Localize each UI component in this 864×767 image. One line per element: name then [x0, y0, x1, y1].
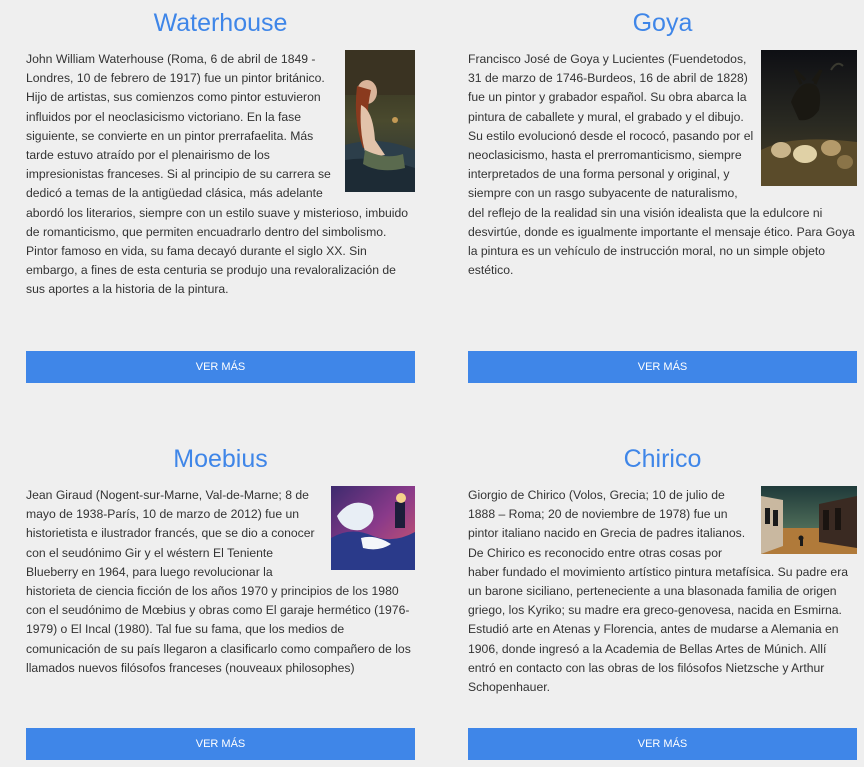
chirico-painting-image	[761, 486, 857, 554]
goya-painting-image	[761, 50, 857, 186]
artist-name: Chirico	[623, 445, 702, 473]
artist-content: John William Waterhouse (Roma, 6 de abri…	[26, 50, 415, 300]
artist-name: Moebius	[173, 445, 268, 473]
moebius-illustration-image	[331, 486, 415, 570]
artist-card-moebius: Moebius Jean Giraud (Nogent-sur-Marne, V…	[26, 442, 415, 760]
artist-card-waterhouse: Waterhouse John William Waterhouse (Roma…	[26, 6, 415, 383]
artist-name: Waterhouse	[153, 9, 288, 37]
ver-mas-button[interactable]: VER MÁS	[26, 351, 415, 383]
artist-grid: Waterhouse John William Waterhouse (Roma…	[0, 0, 864, 767]
ver-mas-button[interactable]: VER MÁS	[468, 728, 857, 760]
waterhouse-painting-image	[345, 50, 415, 192]
artist-content: Jean Giraud (Nogent-sur-Marne, Val-de-Ma…	[26, 486, 415, 678]
artist-content: Giorgio de Chirico (Volos, Grecia; 10 de…	[468, 486, 857, 697]
artist-card-chirico: Chirico Giorgio de Chirico (Volos, Greci…	[468, 442, 857, 760]
artist-content: Francisco José de Goya y Lucientes (Fuen…	[468, 50, 857, 280]
artist-name: Goya	[632, 9, 693, 37]
ver-mas-button[interactable]: VER MÁS	[468, 351, 857, 383]
artist-card-goya: Goya Francisco José de Goya y Lucientes …	[468, 6, 857, 383]
ver-mas-button[interactable]: VER MÁS	[26, 728, 415, 760]
